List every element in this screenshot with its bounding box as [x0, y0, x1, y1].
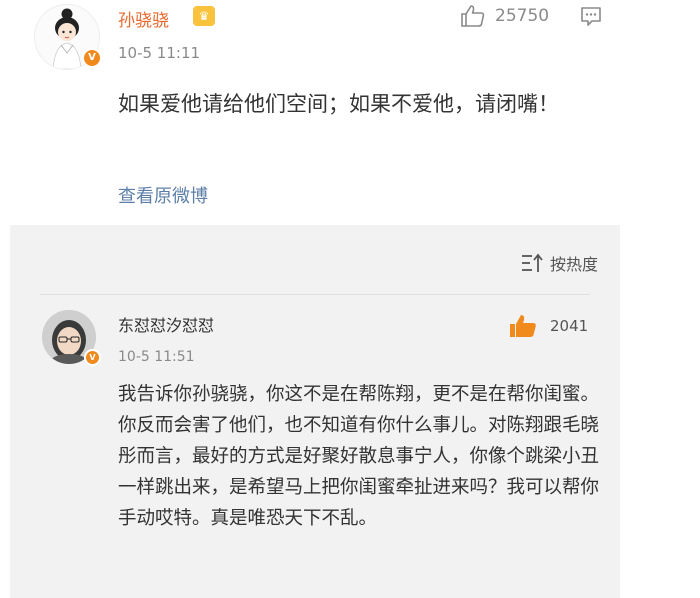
post-time: 10-5 11:11 [118, 44, 201, 62]
main-post: V 孙骁骁 ♛ 10-5 11:11 25750 如果爱他请给他们空间；如果不爱… [0, 0, 700, 225]
sort-hot-icon [521, 253, 543, 272]
comment-text: 我告诉你孙骁骁，你这不是在帮陈翔，更不是在帮你闺蜜。你反而会害了他们，也不知道有… [118, 384, 600, 529]
divider [40, 294, 590, 295]
comment-bubble-icon[interactable] [580, 6, 602, 26]
comment-time: 10-5 11:51 [118, 349, 195, 365]
thumbs-up-icon[interactable] [460, 4, 486, 28]
view-original-link[interactable]: 查看原微博 [118, 182, 208, 208]
verified-badge-icon: V [84, 349, 101, 366]
comment-like-count: 2041 [550, 317, 589, 335]
author-name[interactable]: 孙骁骁 [118, 6, 169, 31]
like-count: 25750 [495, 6, 550, 26]
sort-toggle[interactable]: 按热度 [520, 251, 598, 275]
sort-label: 按热度 [549, 255, 598, 274]
crown-badge-icon: ♛ [193, 6, 215, 26]
commenter-name[interactable]: 东怼怼汐怼怼 [118, 312, 214, 336]
thumbs-up-icon[interactable] [508, 313, 538, 339]
comment-panel: 按热度 V 东怼怼汐怼怼 10-5 11:51 2041 我告诉你孙骁骁，你这不… [10, 225, 620, 598]
verified-badge-icon: V [82, 48, 102, 68]
post-text: 如果爱他请给他们空间；如果不爱他，请闭嘴！ [118, 92, 559, 116]
